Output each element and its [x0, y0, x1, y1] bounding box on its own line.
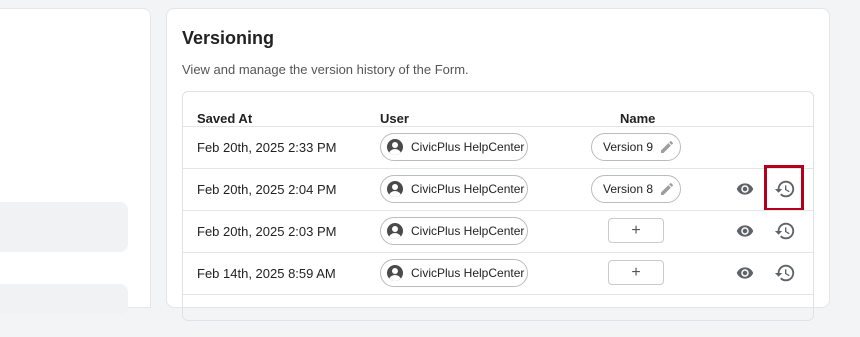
version-name-chip[interactable]: Version 8 — [591, 175, 681, 203]
user-avatar-icon — [387, 223, 403, 239]
saved-at-cell: Feb 20th, 2025 2:33 PM — [197, 140, 337, 155]
add-name-button[interactable]: + — [608, 218, 664, 243]
pencil-icon[interactable] — [659, 139, 675, 155]
add-name-button[interactable]: + — [608, 260, 664, 285]
user-avatar-icon — [387, 181, 403, 197]
eye-icon[interactable] — [734, 180, 756, 198]
version-table: Saved At User Name Feb 20th, 2025 2:33 P… — [182, 91, 814, 321]
table-row: Feb 20th, 2025 2:33 PM CivicPlus HelpCen… — [183, 126, 813, 169]
restore-highlight-box — [764, 165, 804, 211]
saved-at-cell: Feb 14th, 2025 8:59 AM — [197, 266, 336, 281]
user-name: CivicPlus HelpCenter — [411, 140, 525, 154]
column-header-name: Name — [620, 111, 656, 126]
left-panel-block — [0, 202, 128, 252]
table-row: Feb 20th, 2025 2:03 PM CivicPlus HelpCen… — [183, 210, 813, 253]
left-panel — [0, 8, 151, 314]
pencil-icon[interactable] — [659, 181, 675, 197]
section-subtitle: View and manage the version history of t… — [182, 62, 469, 77]
user-chip[interactable]: CivicPlus HelpCenter — [380, 175, 528, 203]
saved-at-cell: Feb 20th, 2025 2:03 PM — [197, 224, 337, 239]
eye-icon[interactable] — [734, 222, 756, 240]
user-name: CivicPlus HelpCenter — [411, 266, 525, 280]
user-name: CivicPlus HelpCenter — [411, 182, 525, 196]
version-name: Version 9 — [603, 140, 654, 154]
section-title: Versioning — [182, 28, 275, 48]
restore-history-icon[interactable] — [774, 262, 796, 284]
user-avatar-icon — [387, 265, 403, 281]
user-chip[interactable]: CivicPlus HelpCenter — [380, 133, 528, 161]
left-panel-block — [0, 284, 128, 314]
versioning-card: Versioning View and manage the version h… — [166, 8, 830, 321]
version-name-chip[interactable]: Version 9 — [591, 133, 681, 161]
saved-at-cell: Feb 20th, 2025 2:04 PM — [197, 182, 337, 197]
column-header-user: User — [380, 111, 409, 126]
version-name: Version 8 — [603, 182, 654, 196]
table-row: Feb 20th, 2025 2:04 PM CivicPlus HelpCen… — [183, 165, 813, 211]
table-row: Feb 14th, 2025 8:59 AM CivicPlus HelpCen… — [183, 252, 813, 295]
user-chip[interactable]: CivicPlus HelpCenter — [380, 217, 528, 245]
table-row — [183, 294, 813, 337]
user-chip[interactable]: CivicPlus HelpCenter — [380, 259, 528, 287]
user-avatar-icon — [387, 139, 403, 155]
column-header-saved-at: Saved At — [197, 111, 253, 126]
user-name: CivicPlus HelpCenter — [411, 224, 525, 238]
eye-icon[interactable] — [734, 264, 756, 282]
restore-history-icon[interactable] — [774, 220, 796, 242]
